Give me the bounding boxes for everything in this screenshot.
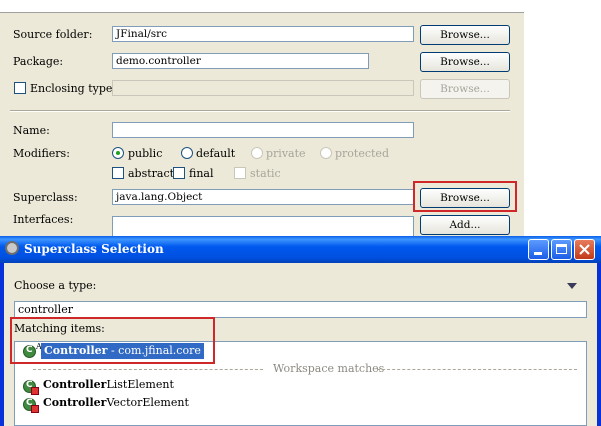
- dialog-title: Superclass Selection: [24, 242, 164, 256]
- superclass-field[interactable]: java.lang.Object: [112, 189, 414, 205]
- superclass-label: Superclass:: [13, 191, 78, 204]
- enclosing-type-checkbox[interactable]: [14, 82, 26, 94]
- type-search-input[interactable]: controller: [14, 301, 587, 318]
- dialog-body: Choose a type: controller Matching items…: [4, 263, 597, 426]
- divider-line: [377, 369, 577, 370]
- private-label: private: [266, 147, 306, 160]
- separator: [10, 110, 510, 112]
- minimize-button[interactable]: [528, 239, 549, 260]
- interfaces-add-button[interactable]: Add...: [420, 215, 510, 235]
- dialog-titlebar[interactable]: Superclass Selection: [0, 236, 601, 263]
- list-item[interactable]: ControllerListElement: [43, 377, 174, 393]
- gear-icon: [5, 241, 19, 255]
- minimize-icon: [534, 252, 542, 255]
- source-folder-label: Source folder:: [13, 28, 93, 41]
- maximize-button[interactable]: [551, 239, 572, 260]
- class-icon: C: [23, 398, 39, 413]
- protected-radio: [320, 147, 332, 159]
- desktop-background: [524, 0, 601, 236]
- static-label: static: [250, 167, 281, 180]
- interfaces-list[interactable]: [112, 216, 414, 238]
- static-checkbox: [234, 167, 246, 179]
- name-field[interactable]: [112, 122, 414, 138]
- modifiers-label: Modifiers:: [13, 147, 70, 160]
- name-label: Name:: [13, 124, 50, 137]
- matching-items-highlight: [10, 317, 215, 364]
- close-icon: [579, 244, 590, 255]
- new-class-wizard: Source folder: JFinal/src Browse... Pack…: [0, 0, 524, 238]
- package-browse-button[interactable]: Browse...: [420, 52, 510, 72]
- enclosing-type-label: Enclosing type:: [30, 82, 117, 95]
- enclosing-type-field: [112, 80, 414, 96]
- final-checkbox[interactable]: [173, 167, 185, 179]
- default-label: default: [196, 147, 236, 160]
- protected-label: protected: [335, 147, 389, 160]
- package-label: Package:: [13, 55, 64, 68]
- default-radio[interactable]: [181, 147, 193, 159]
- class-icon: C: [23, 380, 39, 395]
- list-item-name: Controller: [43, 378, 107, 391]
- divider-line: [33, 369, 263, 370]
- maximize-icon: [556, 244, 567, 254]
- choose-type-label: Choose a type:: [14, 279, 97, 292]
- chevron-down-icon[interactable]: [567, 283, 577, 289]
- interfaces-label: Interfaces:: [13, 213, 74, 226]
- public-radio[interactable]: [112, 147, 124, 159]
- source-folder-field[interactable]: JFinal/src: [112, 26, 414, 42]
- enclosing-type-browse-button: Browse...: [420, 79, 510, 99]
- workspace-matches-divider: Workspace matches: [273, 362, 385, 375]
- superclass-browse-highlight: [413, 181, 517, 212]
- abstract-label: abstract: [128, 167, 175, 180]
- list-item-detail: VectorElement: [106, 396, 189, 409]
- superclass-selection-dialog: Superclass Selection Choose a type: cont…: [0, 236, 601, 426]
- public-label: public: [128, 147, 163, 160]
- list-item-name: Controller: [43, 396, 107, 409]
- final-label: final: [189, 167, 214, 180]
- wizard-header-band: [0, 0, 524, 13]
- private-radio: [251, 147, 263, 159]
- abstract-checkbox[interactable]: [112, 167, 124, 179]
- list-item-detail: ListElement: [106, 378, 174, 391]
- close-button[interactable]: [574, 239, 595, 260]
- package-field[interactable]: demo.controller: [112, 53, 369, 69]
- source-folder-browse-button[interactable]: Browse...: [420, 25, 510, 45]
- list-item[interactable]: ControllerVectorElement: [43, 395, 189, 411]
